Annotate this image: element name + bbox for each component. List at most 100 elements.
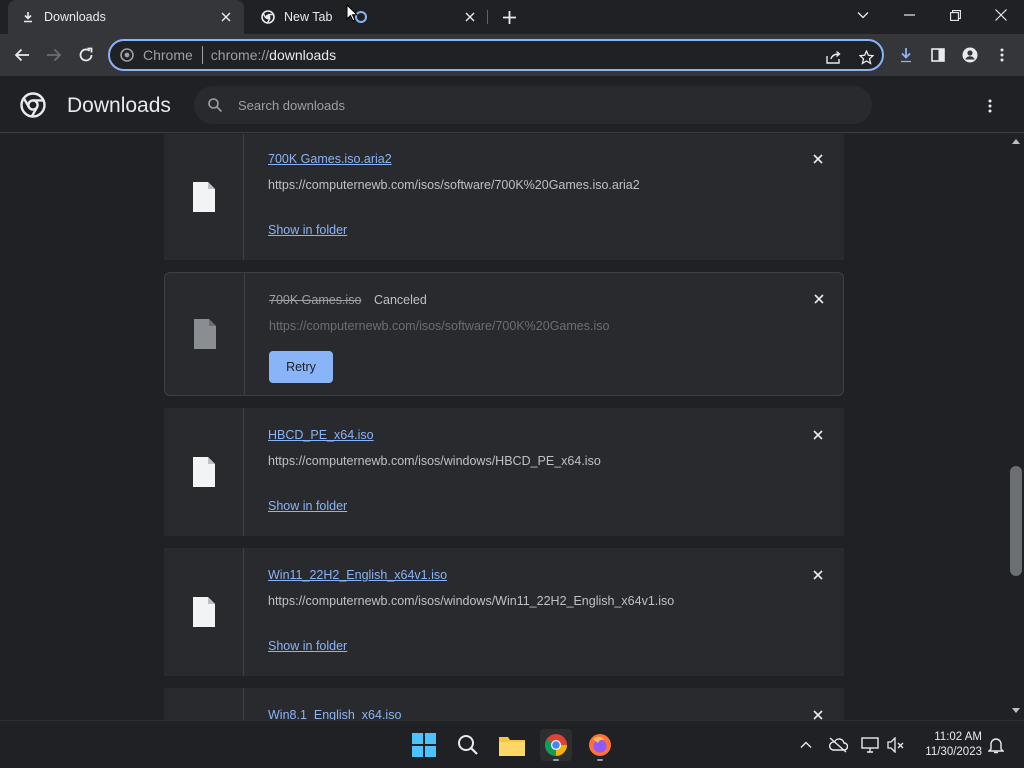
search-icon xyxy=(206,96,224,114)
restore-icon xyxy=(949,9,961,21)
scroll-down-arrow-icon[interactable] xyxy=(1012,708,1020,714)
firefox-taskbar-button[interactable] xyxy=(584,729,616,761)
show-in-folder-link[interactable]: Show in folder xyxy=(268,223,347,237)
tab-title: Downloads xyxy=(44,10,106,24)
start-button[interactable] xyxy=(408,729,440,761)
close-window-button[interactable] xyxy=(978,0,1024,30)
arrow-right-icon xyxy=(47,48,62,62)
file-icon-column xyxy=(165,273,245,395)
tab-downloads[interactable]: Downloads xyxy=(8,0,244,34)
running-indicator xyxy=(553,759,559,761)
chrome-icon xyxy=(260,9,276,25)
back-button[interactable] xyxy=(8,41,36,69)
clock-date: 11/30/2023 xyxy=(925,746,982,758)
tab-new-tab[interactable]: New Tab xyxy=(248,0,488,34)
file-icon-column xyxy=(164,408,244,536)
volume-tray-button[interactable] xyxy=(886,735,906,755)
arrow-left-icon xyxy=(14,48,29,62)
file-icon xyxy=(192,457,215,487)
file-name-link[interactable]: 700K Games.iso.aria2 xyxy=(268,152,392,166)
remove-item-button[interactable] xyxy=(811,291,827,307)
tab-search-button[interactable] xyxy=(840,0,886,30)
reload-button[interactable] xyxy=(72,41,100,69)
file-name-link[interactable]: HBCD_PE_x64.iso xyxy=(268,428,374,442)
search-icon xyxy=(458,735,478,755)
plus-icon xyxy=(502,10,516,24)
chrome-menu-button[interactable] xyxy=(988,41,1016,69)
browser-toolbar: Chrome chrome:// downloads xyxy=(0,34,1024,76)
share-icon xyxy=(826,50,841,64)
download-item: HBCD_PE_x64.iso https://computernewb.com… xyxy=(164,408,844,536)
cloud-off-icon xyxy=(829,737,848,753)
close-icon xyxy=(813,430,823,440)
chevron-down-icon xyxy=(857,12,869,19)
more-vert-icon xyxy=(988,99,992,113)
file-icon-column xyxy=(164,134,244,260)
downloads-header: Downloads xyxy=(0,76,1024,133)
mouse-cursor-icon xyxy=(346,3,359,25)
remove-item-button[interactable] xyxy=(810,707,826,720)
side-panel-button[interactable] xyxy=(924,41,952,69)
chevron-up-icon xyxy=(800,741,812,748)
downloads-list: 700K Games.iso.aria2 https://computernew… xyxy=(0,134,1008,720)
bell-icon xyxy=(988,738,1004,754)
scroll-up-arrow-icon[interactable] xyxy=(1012,138,1020,144)
taskbar-search-button[interactable] xyxy=(452,729,484,761)
onedrive-tray-button[interactable] xyxy=(828,735,848,755)
search-downloads-box[interactable] xyxy=(194,86,872,124)
side-panel-icon xyxy=(931,48,945,62)
scrollbar-thumb[interactable] xyxy=(1010,466,1022,576)
remove-item-button[interactable] xyxy=(810,427,826,443)
profile-icon xyxy=(962,47,978,63)
show-in-folder-link[interactable]: Show in folder xyxy=(268,499,347,513)
network-icon xyxy=(861,737,879,753)
retry-button[interactable]: Retry xyxy=(269,351,333,383)
downloads-toolbar-button[interactable] xyxy=(892,41,920,69)
file-name-link[interactable]: Win11_22H2_English_x64v1.iso xyxy=(268,568,447,582)
forward-button[interactable] xyxy=(40,41,68,69)
file-icon xyxy=(192,182,215,212)
file-name-link[interactable]: Win8.1_English_x64.iso xyxy=(268,708,401,720)
firefox-icon xyxy=(589,734,611,756)
search-input[interactable] xyxy=(238,97,838,113)
url-scheme: chrome:// xyxy=(210,47,270,63)
tab-close-icon[interactable] xyxy=(462,9,478,25)
new-tab-button[interactable] xyxy=(498,6,520,28)
bookmark-button[interactable] xyxy=(856,48,876,66)
show-in-folder-link[interactable]: Show in folder xyxy=(268,639,347,653)
file-explorer-button[interactable] xyxy=(496,729,528,761)
close-icon xyxy=(814,294,824,304)
show-hidden-icons-button[interactable] xyxy=(796,735,816,755)
download-item-canceled: 700K Games.iso Canceled https://computer… xyxy=(164,272,844,396)
remove-item-button[interactable] xyxy=(810,151,826,167)
tab-title: New Tab xyxy=(284,10,333,24)
close-icon xyxy=(813,710,823,720)
download-icon xyxy=(901,48,911,63)
chrome-icon xyxy=(119,47,135,63)
url-host: downloads xyxy=(269,47,337,63)
page-scrollbar[interactable] xyxy=(1008,134,1024,720)
profile-button[interactable] xyxy=(956,41,984,69)
file-url: https://computernewb.com/isos/software/7… xyxy=(269,319,610,333)
notifications-button[interactable] xyxy=(986,735,1006,755)
file-name: 700K Games.iso xyxy=(269,293,362,307)
minimize-button[interactable] xyxy=(886,0,932,30)
star-icon xyxy=(858,49,874,65)
chrome-taskbar-button[interactable] xyxy=(540,729,572,761)
tab-strip: Downloads New Tab xyxy=(0,0,1024,34)
restore-button[interactable] xyxy=(932,0,978,30)
download-item: Win8.1_English_x64.iso xyxy=(164,688,844,720)
close-icon xyxy=(813,570,823,580)
windows-logo-icon xyxy=(412,733,436,757)
file-icon xyxy=(192,597,215,627)
file-url: https://computernewb.com/isos/windows/HB… xyxy=(268,454,601,468)
network-tray-button[interactable] xyxy=(860,735,880,755)
share-button[interactable] xyxy=(824,48,844,66)
download-item: Win11_22H2_English_x64v1.iso https://com… xyxy=(164,548,844,676)
address-bar[interactable]: Chrome chrome:// downloads xyxy=(108,39,884,71)
downloads-menu-button[interactable] xyxy=(978,94,1002,118)
close-icon xyxy=(995,9,1007,21)
tab-close-icon[interactable] xyxy=(218,9,234,25)
remove-item-button[interactable] xyxy=(810,567,826,583)
system-clock[interactable]: 11:02 AM 11/30/2023 xyxy=(916,730,982,760)
